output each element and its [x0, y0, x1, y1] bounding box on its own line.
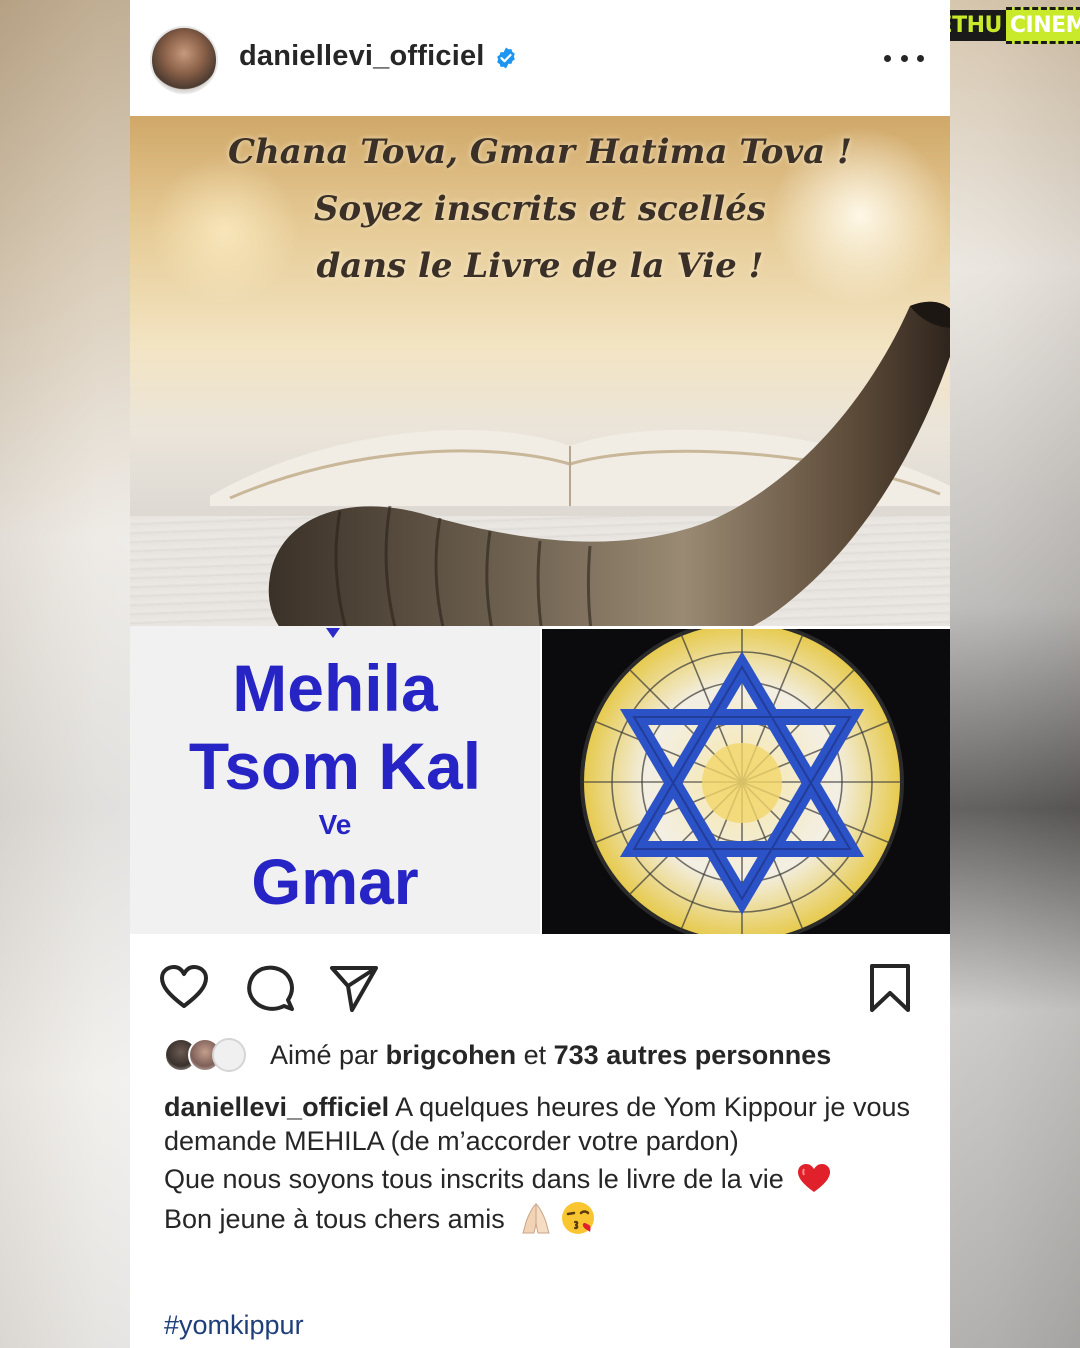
caption-text-2: Que nous soyons tous inscrits dans le li… [164, 1164, 784, 1194]
likes-count[interactable]: 733 autres personnes [554, 1040, 832, 1070]
panel-line-ve: Ve [318, 809, 352, 840]
red-heart-emoji-icon [798, 1164, 831, 1192]
panel-line-tsom-kal: Tsom Kal [188, 729, 482, 803]
post-header: daniellevi_officiel [130, 0, 950, 116]
instagram-post: daniellevi_officiel Chana Tova, Gmar Hat… [130, 0, 950, 1348]
greeting-text: Chana Tova, Gmar Hatima Tova ! Soyez ins… [130, 124, 950, 295]
likes-prefix: Aimé par [270, 1040, 379, 1070]
post-username[interactable]: daniellevi_officiel [239, 40, 485, 73]
post-image-text-panel[interactable]: Mehila Tsom Kal Ve Gmar [130, 626, 540, 934]
liker-avatar [212, 1038, 246, 1072]
blurred-backdrop-left [0, 0, 130, 1348]
panel-line-gmar: Gmar [251, 846, 419, 918]
bookmark-icon[interactable] [864, 962, 916, 1014]
chevron-down-icon [326, 628, 340, 638]
praying-hands-emoji-icon [522, 1203, 550, 1234]
avatar[interactable] [150, 26, 218, 94]
greeting-line-1: Chana Tova, Gmar Hatima Tova ! [228, 132, 852, 172]
likes-row[interactable]: Aimé par brigcohen et 733 autres personn… [164, 1036, 924, 1076]
greeting-line-3: dans le Livre de la Vie ! [316, 246, 764, 286]
post-image-shofar[interactable]: Chana Tova, Gmar Hatima Tova ! Soyez ins… [130, 116, 950, 626]
caption-username[interactable]: daniellevi_officiel [164, 1092, 389, 1122]
heart-icon[interactable] [158, 962, 210, 1014]
caption-hashtag[interactable]: #yomkippur [164, 1310, 304, 1341]
blurred-backdrop-right [950, 0, 1080, 1348]
kissing-face-emoji-icon [562, 1202, 595, 1234]
post-caption: daniellevi_officiel A quelques heures de… [164, 1090, 934, 1236]
action-bar [130, 952, 950, 1022]
stained-glass-window-image [580, 629, 904, 934]
send-icon[interactable] [328, 962, 380, 1014]
likes-connector: et [523, 1040, 547, 1070]
caption-text-3: Bon jeune à tous chers amis [164, 1204, 505, 1234]
greeting-line-2: Soyez inscrits et scellés [313, 189, 766, 229]
panel-line-mehila: Mehila [232, 651, 438, 725]
likes-summary[interactable]: Aimé par brigcohen et 733 autres personn… [270, 1040, 831, 1071]
more-horizontal-icon[interactable] [884, 46, 924, 70]
post-image-star-of-david[interactable] [542, 629, 950, 934]
watermark-brand-b: CINEMA [1005, 6, 1080, 44]
shofar-image [268, 301, 950, 626]
liker-username[interactable]: brigcohen [386, 1040, 517, 1070]
comment-icon[interactable] [244, 962, 296, 1014]
verified-badge-icon [497, 47, 515, 69]
